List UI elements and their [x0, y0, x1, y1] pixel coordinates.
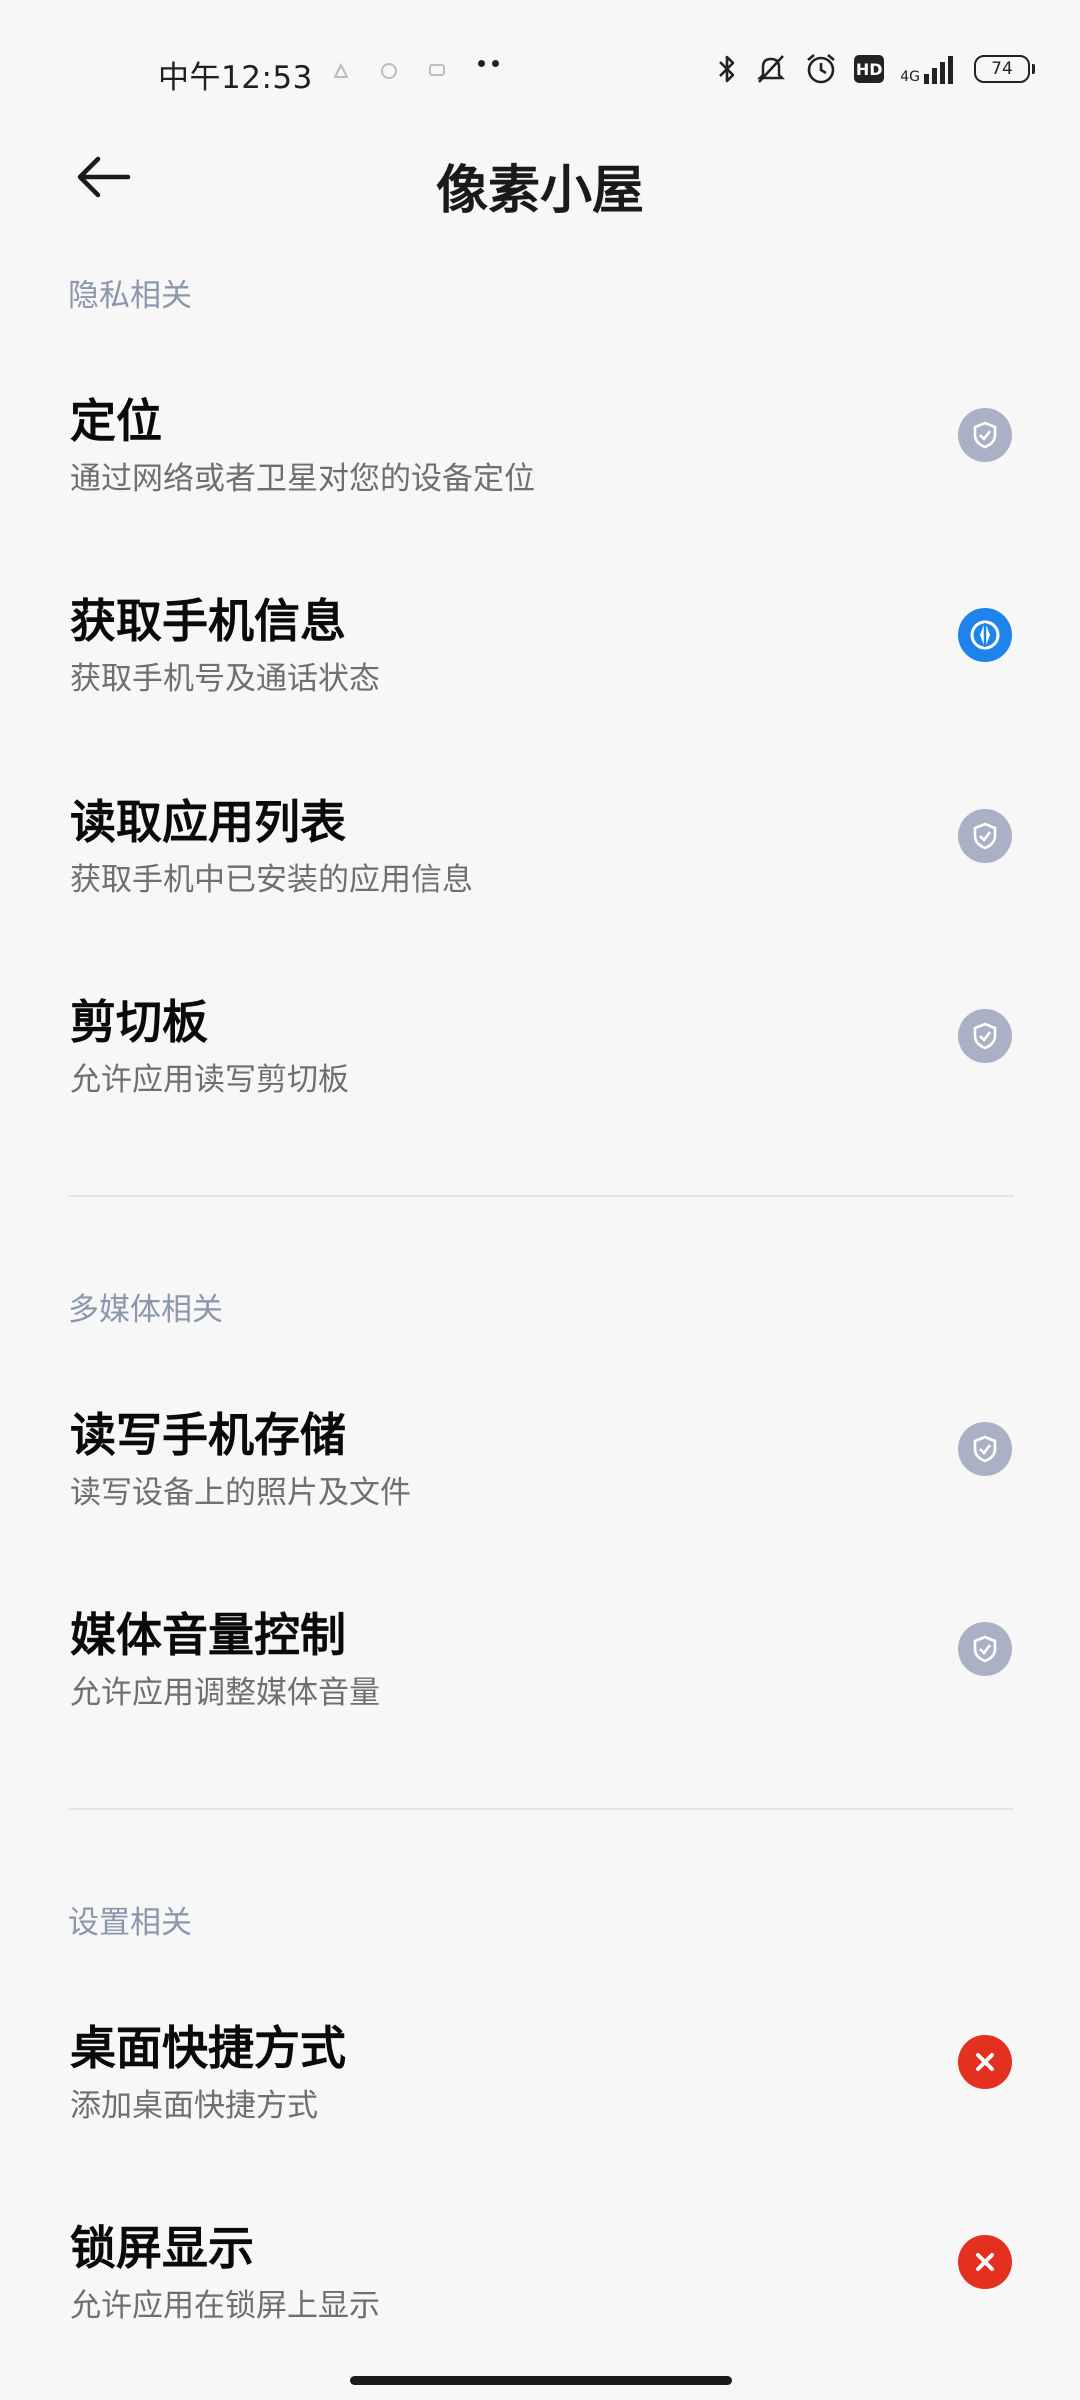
permission-desc: 允许应用读写剪切板	[70, 1062, 349, 1098]
permission-item-app-list[interactable]: 读取应用列表 获取手机中已安装的应用信息	[0, 786, 1080, 956]
notification-icon	[328, 58, 354, 84]
notification-icons	[328, 58, 472, 84]
status-bar: 中午12:53 HD 4G 74	[0, 0, 1080, 150]
home-indicator[interactable]	[350, 2376, 732, 2385]
permission-desc: 允许应用调整媒体音量	[70, 1675, 380, 1711]
permission-title: 锁屏显示	[70, 2221, 254, 2275]
ask-every-time-icon[interactable]	[958, 608, 1012, 662]
more-dots-icon	[478, 60, 506, 67]
section-divider	[68, 1808, 1014, 1810]
permission-title: 桌面快捷方式	[70, 2021, 346, 2075]
shield-check-icon[interactable]	[958, 809, 1012, 863]
permission-item-desktop-shortcut[interactable]: 桌面快捷方式 添加桌面快捷方式	[0, 2012, 1080, 2182]
permission-desc: 添加桌面快捷方式	[70, 2088, 318, 2124]
section-header-multimedia: 多媒体相关	[68, 1292, 223, 1328]
permission-item-clipboard[interactable]: 剪切板 允许应用读写剪切板	[0, 986, 1080, 1156]
denied-x-icon[interactable]	[958, 2235, 1012, 2289]
bluetooth-icon	[719, 55, 735, 83]
permission-title: 剪切板	[70, 995, 208, 1049]
message-icon	[424, 58, 450, 84]
status-time: 中午12:53	[158, 60, 313, 96]
permission-desc: 读写设备上的照片及文件	[70, 1475, 411, 1511]
alarm-icon	[807, 54, 836, 84]
shield-check-icon[interactable]	[958, 1622, 1012, 1676]
system-icons: HD 4G 74	[700, 52, 1035, 86]
permission-title: 读写手机存储	[70, 1408, 346, 1462]
signal-icon: 4G	[900, 54, 958, 84]
permission-title: 获取手机信息	[70, 594, 346, 648]
permission-item-media-volume[interactable]: 媒体音量控制 允许应用调整媒体音量	[0, 1599, 1080, 1769]
permission-desc: 获取手机号及通话状态	[70, 661, 380, 697]
section-header-settings: 设置相关	[68, 1905, 192, 1941]
denied-x-icon[interactable]	[958, 2035, 1012, 2089]
page-title: 像素小屋	[435, 161, 644, 221]
network-type-label: 4G	[900, 69, 920, 85]
permission-desc: 获取手机中已安装的应用信息	[70, 862, 473, 898]
permission-item-phone-info[interactable]: 获取手机信息 获取手机号及通话状态	[0, 585, 1080, 755]
title-bar: 像素小屋	[0, 130, 1080, 230]
shield-check-icon[interactable]	[958, 408, 1012, 462]
section-header-privacy: 隐私相关	[68, 278, 192, 314]
app-permissions-page: 中午12:53 HD 4G 74 像素小屋 隐私相关 定位 通过网络或者卫星对您…	[0, 0, 1080, 2400]
permission-desc: 通过网络或者卫星对您的设备定位	[70, 461, 535, 497]
permission-item-location[interactable]: 定位 通过网络或者卫星对您的设备定位	[0, 385, 1080, 555]
permission-item-lock-screen[interactable]: 锁屏显示 允许应用在锁屏上显示	[0, 2212, 1080, 2382]
shield-check-icon[interactable]	[958, 1009, 1012, 1063]
cloud-icon	[376, 58, 402, 84]
permission-desc: 允许应用在锁屏上显示	[70, 2288, 380, 2324]
permission-item-storage[interactable]: 读写手机存储 读写设备上的照片及文件	[0, 1399, 1080, 1569]
shield-check-icon[interactable]	[958, 1422, 1012, 1476]
permission-title: 媒体音量控制	[70, 1608, 346, 1662]
permission-title: 读取应用列表	[70, 795, 346, 849]
hd-icon: HD	[854, 55, 885, 83]
battery-icon: 74	[974, 55, 1035, 83]
mute-icon	[757, 55, 786, 83]
section-divider	[68, 1195, 1014, 1197]
permission-title: 定位	[70, 394, 162, 448]
